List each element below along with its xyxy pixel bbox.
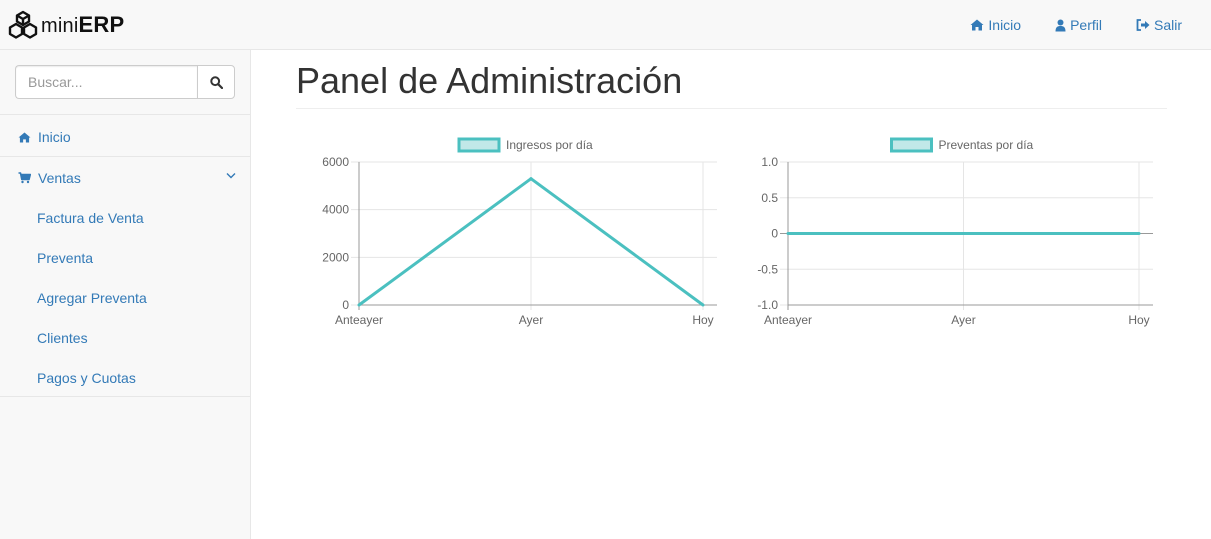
- ingresos-chart-svg: Ingresos por día 6000 4000 2000 0Anteayer Aye…: [322, 137, 717, 327]
- ingresos-chart: Ingresos por día 6000 4000 2000 0 Anteayer Aye…: [296, 130, 726, 333]
- y-tick-label: 2000: [322, 250, 349, 264]
- sidebar-subitem-label: Clientes: [37, 330, 88, 346]
- sidebar-subitem-preventa[interactable]: Preventa: [0, 238, 250, 278]
- top-nav-links: Inicio Perfil Salir: [953, 0, 1211, 50]
- x-tick-label: Anteayer: [764, 313, 812, 327]
- data-point: [786, 232, 790, 235]
- sign-out-icon: [1136, 19, 1150, 31]
- sidebar-subitem-factura-de-venta[interactable]: Factura de Venta: [0, 198, 250, 238]
- y-tick-label: 6000: [322, 155, 349, 169]
- sidebar-subitem-label: Preventa: [37, 250, 94, 266]
- y-tick-label: 1.0: [761, 155, 778, 169]
- chevron-down-icon: [226, 173, 236, 179]
- nav-perfil-label: Perfil: [1070, 17, 1102, 33]
- sidebar-subitem-label: Pagos y Cuotas: [37, 370, 136, 386]
- sidebar: Inicio Ventas Factura de Venta Preventa …: [0, 50, 251, 539]
- cubes-logo-icon: [8, 10, 38, 39]
- data-point: [701, 303, 705, 307]
- search-button[interactable]: [197, 65, 235, 99]
- sidebar-item-ventas[interactable]: Ventas: [0, 158, 250, 198]
- x-tick-label: Ayer: [519, 313, 543, 327]
- sidebar-divider: [0, 396, 250, 397]
- y-tick-label: -0.5: [757, 262, 778, 276]
- brand-name-light: mini: [41, 15, 79, 37]
- page-title: Panel de Administración: [296, 60, 683, 101]
- brand-name: miniERP: [41, 12, 124, 38]
- y-tick-label: 0.5: [761, 191, 778, 205]
- preventas-chart: Preventas por día 1.0 0.5 0 -0.5 -1.0 Anteayer…: [740, 130, 1170, 333]
- legend-label: Ingresos por día: [506, 138, 593, 152]
- sidebar-subitem-label: Factura de Venta: [37, 210, 144, 226]
- sidebar-divider: [0, 114, 250, 115]
- sidebar-search: [15, 65, 235, 99]
- legend-swatch: [457, 137, 501, 153]
- y-tick-label: -1.0: [757, 298, 778, 312]
- title-divider: [296, 108, 1167, 109]
- x-tick-label: Hoy: [692, 313, 713, 327]
- legend-swatch: [890, 137, 933, 153]
- nav-salir-label: Salir: [1153, 17, 1182, 33]
- sidebar-subitem-clientes[interactable]: Clientes: [0, 318, 250, 358]
- x-tick-label: Ayer: [951, 313, 975, 327]
- data-point: [529, 177, 533, 181]
- sidebar-divider: [0, 156, 250, 157]
- x-tick-label: Hoy: [1128, 313, 1149, 327]
- sidebar-item-label: Ventas: [38, 170, 81, 186]
- preventas-chart-svg: Preventas por día 1.0 0.5 0 -0.5 -1.0Anteayer…: [757, 137, 1153, 327]
- search-icon: [209, 75, 223, 89]
- home-icon: [18, 131, 38, 143]
- nav-perfil-link[interactable]: Perfil: [1038, 0, 1119, 50]
- sidebar-subitem-label: Agregar Preventa: [37, 290, 147, 306]
- x-tick-label: Anteayer: [335, 313, 383, 327]
- data-point: [1137, 232, 1141, 235]
- data-point: [357, 303, 361, 307]
- nav-inicio-label: Inicio: [988, 17, 1022, 33]
- y-tick-label: 4000: [322, 203, 349, 217]
- sidebar-item-inicio[interactable]: Inicio: [0, 117, 250, 157]
- home-icon: [970, 19, 984, 31]
- sidebar-subitem-agregar-preventa[interactable]: Agregar Preventa: [0, 278, 250, 318]
- user-icon: [1055, 19, 1066, 31]
- y-tick-label: 0: [342, 298, 349, 312]
- top-navbar: miniERP Inicio Perfil Salir: [0, 0, 1211, 50]
- sidebar-subitem-pagos-y-cuotas[interactable]: Pagos y Cuotas: [0, 358, 250, 398]
- sidebar-item-label: Inicio: [38, 129, 71, 145]
- nav-salir-link[interactable]: Salir: [1119, 0, 1211, 50]
- search-input[interactable]: [15, 65, 197, 99]
- legend-label: Preventas por día: [939, 138, 1034, 152]
- brand-logo[interactable]: miniERP: [8, 10, 124, 40]
- cart-icon: [18, 172, 38, 184]
- brand-name-bold: ERP: [78, 12, 125, 37]
- y-tick-label: 0: [771, 227, 778, 241]
- nav-inicio-link[interactable]: Inicio: [953, 0, 1038, 50]
- data-point: [962, 232, 965, 235]
